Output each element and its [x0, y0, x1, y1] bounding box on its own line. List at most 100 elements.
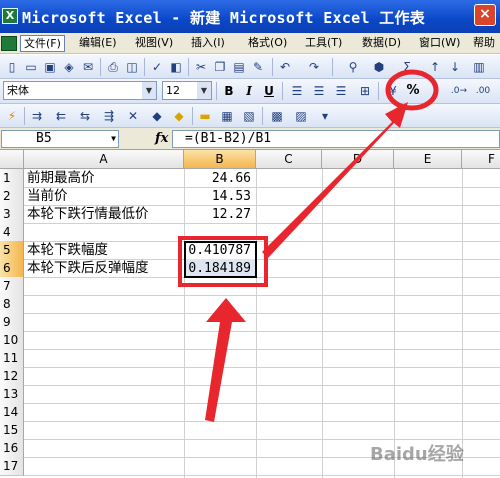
merge-center-icon[interactable]: ⊞	[356, 82, 374, 100]
permission-icon[interactable]: ◈	[60, 58, 78, 76]
toolbar-options-icon[interactable]: ▾	[316, 107, 334, 125]
align-right-icon[interactable]: ☰	[332, 82, 350, 100]
italic-button[interactable]: I	[240, 82, 258, 100]
close-window-button[interactable]: ×	[474, 4, 496, 26]
sort-descending-icon[interactable]: ↓	[446, 58, 464, 76]
cell-a5[interactable]: 本轮下跌幅度	[27, 241, 183, 260]
trace-dependents-icon[interactable]: ⇇	[52, 107, 70, 125]
column-header-c[interactable]: C	[256, 150, 322, 169]
print-preview-icon[interactable]: ◫	[123, 58, 141, 76]
column-header-f[interactable]: F	[462, 150, 500, 169]
spelling-icon[interactable]: ✓	[148, 58, 166, 76]
bold-button[interactable]: B	[220, 82, 238, 100]
cell-b6[interactable]: 0.184189	[185, 259, 256, 278]
email-icon[interactable]: ✉	[79, 58, 97, 76]
paste-icon[interactable]: ▤	[230, 58, 248, 76]
row-header[interactable]: 3	[0, 205, 24, 224]
autosum-icon[interactable]: Σ	[398, 58, 416, 76]
menu-window[interactable]: 窗口(W)	[416, 35, 463, 52]
evaluate-formula-icon[interactable]: ▧	[240, 107, 258, 125]
column-header-e[interactable]: E	[394, 150, 462, 169]
formula-input[interactable]: =(B1-B2)/B1	[172, 130, 500, 148]
row-header[interactable]: 10	[0, 331, 24, 350]
cell-b5[interactable]: 0.410787	[185, 241, 256, 260]
clear-validation-icon[interactable]: ▨	[292, 107, 310, 125]
increase-decimal-icon[interactable]: .0→	[450, 82, 468, 100]
menu-edit[interactable]: 编辑(E)	[76, 35, 120, 52]
trace-precedents-icon[interactable]: ⇉	[28, 107, 46, 125]
row-header[interactable]: 4	[0, 223, 24, 242]
decrease-decimal-icon[interactable]: .00	[474, 82, 492, 100]
menu-insert[interactable]: 插入(I)	[188, 35, 228, 52]
chevron-down-icon[interactable]: ▼	[111, 131, 116, 147]
copy-icon[interactable]: ❐	[211, 58, 229, 76]
align-left-icon[interactable]: ☰	[288, 82, 306, 100]
format-painter-icon[interactable]: ✎	[249, 58, 267, 76]
remove-arrows-icon[interactable]: ⇆	[76, 107, 94, 125]
chevron-down-icon[interactable]: ▼	[142, 82, 156, 99]
new-comment-icon[interactable]: ◆	[148, 107, 166, 125]
row-header[interactable]: 13	[0, 385, 24, 404]
chart-wizard-icon[interactable]: ▥	[470, 58, 488, 76]
row-header[interactable]: 7	[0, 277, 24, 296]
menu-help[interactable]: 帮助	[470, 35, 498, 52]
row-header[interactable]: 11	[0, 349, 24, 368]
insert-function-button[interactable]: fx	[155, 131, 168, 146]
trace-error-icon[interactable]: ⇶	[100, 107, 118, 125]
row-header[interactable]: 9	[0, 313, 24, 332]
error-icon[interactable]: ◆	[170, 107, 188, 125]
remove-all-arrows-icon[interactable]: ✕	[124, 107, 142, 125]
row-header[interactable]: 5	[0, 241, 24, 260]
comma-style-button[interactable]: ,	[426, 82, 444, 100]
align-center-icon[interactable]: ☰	[310, 82, 328, 100]
chevron-down-icon[interactable]: ▼	[197, 82, 211, 99]
watch-window-icon[interactable]: ▦	[218, 107, 236, 125]
row-header[interactable]: 14	[0, 403, 24, 422]
underline-button[interactable]: U	[260, 82, 278, 100]
cell-a2[interactable]: 当前价	[27, 187, 183, 206]
menu-view[interactable]: 视图(V)	[132, 35, 176, 52]
undo-icon[interactable]: ↶	[276, 58, 294, 76]
currency-icon[interactable]: ¥	[384, 82, 402, 100]
column-header-b[interactable]: B	[184, 150, 256, 169]
redo-icon[interactable]: ↷	[305, 58, 323, 76]
open-icon[interactable]: ▭	[22, 58, 40, 76]
workbook-icon[interactable]	[1, 36, 17, 51]
new-icon[interactable]: ▯	[3, 58, 21, 76]
sort-ascending-icon[interactable]: ↑	[426, 58, 444, 76]
save-icon[interactable]: ▣	[41, 58, 59, 76]
column-header-a[interactable]: A	[24, 150, 184, 169]
hyperlink-icon-2[interactable]: ⬢	[370, 58, 388, 76]
row-header[interactable]: 2	[0, 187, 24, 206]
cut-icon[interactable]: ✂	[192, 58, 210, 76]
row-header[interactable]: 16	[0, 439, 24, 458]
name-box[interactable]: B5 ▼	[1, 130, 119, 148]
cell-b1[interactable]: 24.66	[185, 169, 256, 188]
row-header[interactable]: 8	[0, 295, 24, 314]
percent-style-button[interactable]: %	[404, 82, 422, 100]
research-icon[interactable]: ◧	[167, 58, 185, 76]
cell-a1[interactable]: 前期最高价	[27, 169, 183, 188]
cell-b2[interactable]: 14.53	[185, 187, 256, 206]
font-size-select[interactable]: 12 ▼	[162, 81, 212, 100]
hyperlink-icon[interactable]: ⚲	[344, 58, 362, 76]
worksheet-grid[interactable]: A B C D E F 1 2 3 4 5 6 7 8 9 10 11 12 1…	[0, 150, 500, 478]
row-header[interactable]: 15	[0, 421, 24, 440]
row-header[interactable]: 12	[0, 367, 24, 386]
cell-b3[interactable]: 12.27	[185, 205, 256, 224]
menu-data[interactable]: 数据(D)	[359, 35, 404, 52]
cell-a6[interactable]: 本轮下跌后反弹幅度	[27, 259, 192, 278]
menu-file[interactable]: 文件(F)	[20, 35, 65, 52]
column-header-d[interactable]: D	[322, 150, 394, 169]
folder-icon[interactable]: ▬	[196, 107, 214, 125]
row-header[interactable]: 6	[0, 259, 24, 278]
menu-tools[interactable]: 工具(T)	[302, 35, 345, 52]
track-changes-icon[interactable]: ⚡	[3, 107, 21, 125]
circle-invalid-icon[interactable]: ▩	[268, 107, 286, 125]
menu-format[interactable]: 格式(O)	[245, 35, 290, 52]
row-header[interactable]: 17	[0, 457, 24, 476]
font-name-select[interactable]: 宋体 ▼	[3, 81, 157, 100]
cell-a3[interactable]: 本轮下跌行情最低价	[27, 205, 192, 224]
print-icon[interactable]: ⎙	[104, 58, 122, 76]
select-all-corner[interactable]	[0, 150, 24, 169]
